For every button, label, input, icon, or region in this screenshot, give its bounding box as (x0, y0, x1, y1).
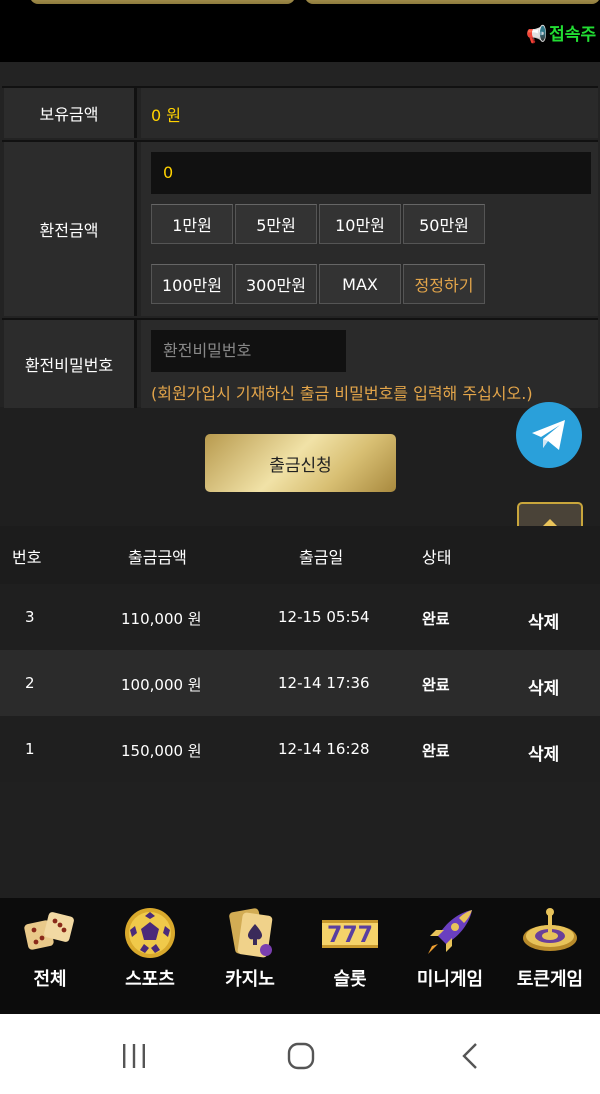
nav-label-all: 전체 (33, 969, 67, 990)
nav-item-minigame[interactable]: 미니게임 (400, 898, 500, 1014)
quick-500k-button[interactable]: 50만원 (403, 204, 485, 244)
header-no: 번호 (12, 548, 42, 567)
quick-100k-button[interactable]: 10만원 (319, 204, 401, 244)
password-row: 환전비밀번호 환전비밀번호 (회원가입시 기재하신 출금 비밀번호를 입력해 주… (2, 318, 598, 408)
home-icon[interactable] (286, 1042, 316, 1070)
quick-10k-button[interactable]: 1만원 (151, 204, 233, 244)
recent-apps-icon[interactable] (120, 1042, 148, 1070)
marquee-text: 접속주 (549, 25, 597, 45)
cell-no: 3 (25, 608, 35, 626)
back-icon[interactable] (458, 1042, 482, 1070)
nav-item-slot[interactable]: 777 슬롯 (300, 898, 400, 1014)
header-date: 출금일 (299, 548, 344, 567)
svg-text:777: 777 (327, 923, 373, 948)
cell-status: 완료 (422, 742, 450, 760)
exchange-amount-label: 환전금액 (4, 142, 137, 316)
password-cell: 환전비밀번호 (회원가입시 기재하신 출금 비밀번호를 입력해 주십시오.) (141, 320, 598, 408)
quick-50k-button[interactable]: 5만원 (235, 204, 317, 244)
cell-amount: 110,000 원 (121, 610, 202, 628)
quick-3m-button[interactable]: 300만원 (235, 264, 317, 304)
header-status: 상태 (422, 548, 452, 567)
top-header: 📢 접속주 (0, 0, 600, 62)
nav-label-minigame: 미니게임 (416, 969, 484, 990)
cell-date: 12-14 16:28 (278, 740, 370, 758)
telegram-icon (532, 420, 565, 450)
top-menu-button-left[interactable] (30, 0, 295, 4)
reset-button[interactable]: 정정하기 (403, 264, 485, 304)
cell-no: 1 (25, 740, 35, 758)
cell-date: 12-14 17:36 (278, 674, 370, 692)
header-amount: 출금금액 (128, 548, 187, 567)
cell-date: 12-15 05:54 (278, 608, 370, 626)
nav-label-tokengame: 토큰게임 (516, 969, 584, 990)
system-nav-bar (0, 1014, 600, 1094)
rocket-icon (426, 910, 472, 954)
table-row: 3 110,000 원 12-15 05:54 완료 삭제 (0, 584, 600, 650)
table-header: 번호 출금금액 출금일 상태 (0, 526, 600, 584)
password-input[interactable]: 환전비밀번호 (151, 330, 346, 372)
nav-item-tokengame[interactable]: 토큰게임 (500, 898, 600, 1014)
withdraw-history-table: 번호 출금금액 출금일 상태 3 110,000 원 12-15 05:54 완… (0, 526, 600, 782)
delete-button[interactable]: 삭제 (528, 608, 559, 633)
balance-row: 보유금액 0 원 (2, 86, 598, 138)
nav-item-sports[interactable]: 스포츠 (100, 898, 200, 1014)
playing-cards-icon (229, 908, 273, 958)
nav-label-sports: 스포츠 (125, 969, 175, 990)
nav-label-slot: 슬롯 (333, 969, 367, 990)
nav-label-casino: 카지노 (225, 969, 275, 990)
cell-status: 완료 (422, 676, 450, 694)
quick-max-button[interactable]: MAX (319, 264, 401, 304)
cell-status: 완료 (422, 610, 450, 628)
delete-button[interactable]: 삭제 (528, 674, 559, 699)
cell-amount: 150,000 원 (121, 742, 202, 760)
exchange-amount-cell: 0 1만원 5만원 10만원 50만원 100만원 300만원 MAX 정정하기 (141, 142, 598, 316)
nav-item-all[interactable]: 전체 (0, 898, 100, 1014)
dice-icon (24, 912, 74, 950)
notice-marquee: 📢 접속주 (526, 20, 596, 45)
cell-no: 2 (25, 674, 35, 692)
balance-cell: 0 원 (141, 88, 598, 138)
balance-label: 보유금액 (4, 88, 137, 138)
megaphone-icon: 📢 (526, 25, 548, 45)
nav-item-casino[interactable]: 카지노 (200, 898, 300, 1014)
soccer-ball-icon (125, 908, 175, 958)
quick-1m-button[interactable]: 100만원 (151, 264, 233, 304)
exchange-amount-row: 환전금액 0 1만원 5만원 10만원 50만원 100만원 300만원 MAX… (2, 140, 598, 316)
cell-amount: 100,000 원 (121, 676, 202, 694)
content-filler (0, 782, 600, 898)
top-menu-button-right[interactable] (305, 0, 600, 4)
table-row: 2 100,000 원 12-14 17:36 완료 삭제 (0, 650, 600, 716)
withdraw-submit-button[interactable]: 출금신청 (205, 434, 396, 492)
table-row: 1 150,000 원 12-14 16:28 완료 삭제 (0, 716, 600, 782)
password-note: (회원가입시 기재하신 출금 비밀번호를 입력해 주십시오.) (151, 384, 533, 403)
amount-input[interactable]: 0 (151, 152, 591, 194)
roulette-icon (523, 908, 577, 951)
delete-button[interactable]: 삭제 (528, 740, 559, 765)
slot-777-icon: 777 (322, 920, 378, 948)
telegram-button[interactable] (516, 402, 582, 468)
password-label: 환전비밀번호 (4, 320, 137, 408)
bottom-nav: 전체 스포츠 카지노 777 슬롯 미니게임 토큰게임 (0, 898, 600, 1014)
balance-value: 0 원 (151, 106, 181, 125)
